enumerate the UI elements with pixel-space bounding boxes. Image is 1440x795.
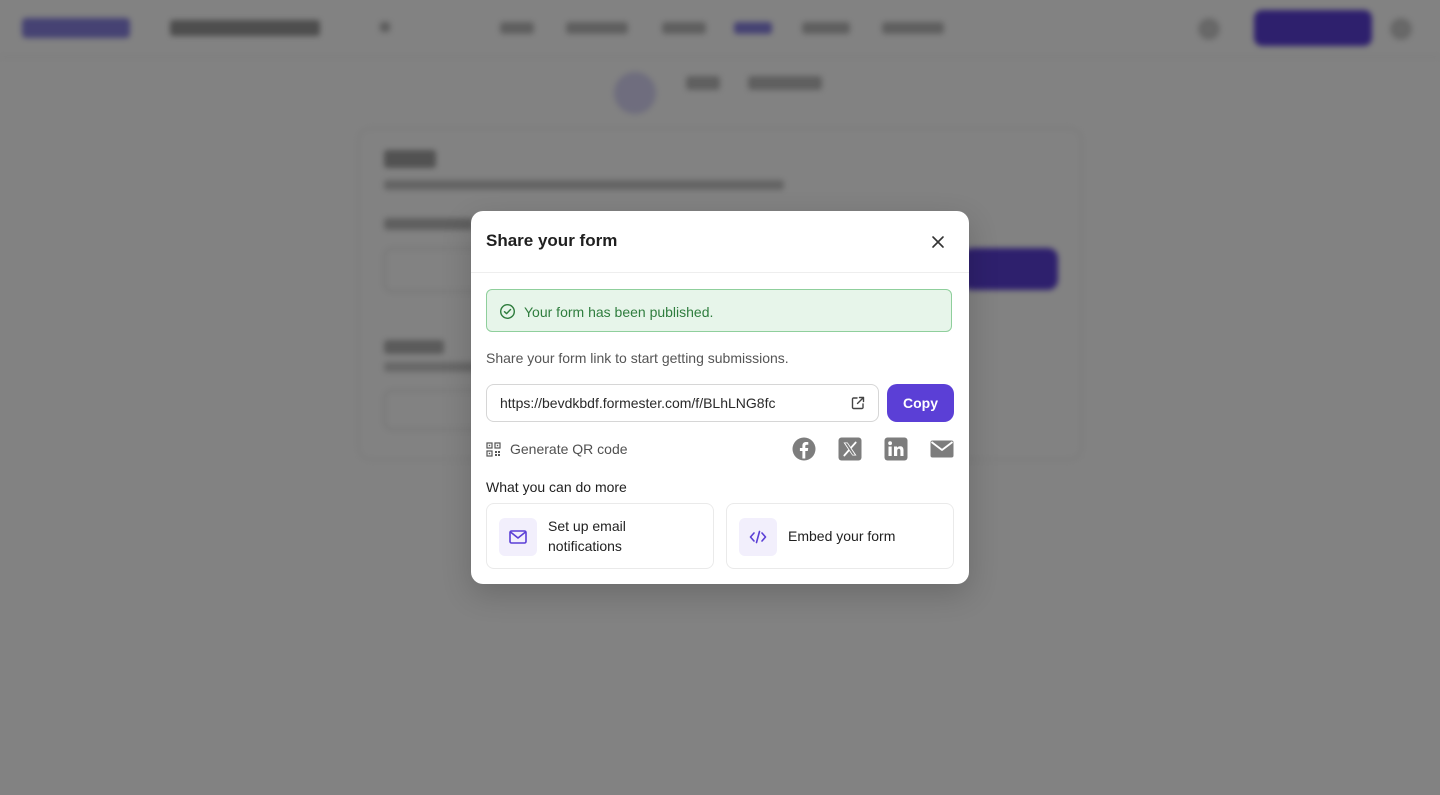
qr-code-label: Generate QR code xyxy=(510,441,628,457)
modal-title: Share your form xyxy=(486,231,618,250)
email-notifications-card[interactable]: Set up email notifications xyxy=(486,503,714,569)
email-icon[interactable] xyxy=(930,437,954,461)
email-notifications-label: Set up email notifications xyxy=(548,516,626,556)
copy-button[interactable]: Copy xyxy=(887,384,954,422)
close-icon xyxy=(932,236,944,248)
form-link-field xyxy=(486,384,879,422)
code-icon xyxy=(749,530,767,544)
modal-header: Share your form xyxy=(471,211,969,273)
share-hint: Share your form link to start getting su… xyxy=(486,350,789,366)
generate-qr-code-button[interactable]: Generate QR code xyxy=(486,440,628,458)
success-alert: Your form has been published. xyxy=(486,289,952,332)
check-circle-icon xyxy=(499,303,516,320)
qr-code-icon xyxy=(486,441,501,457)
email-notifications-label-line2: notifications xyxy=(548,538,622,554)
linkedin-icon[interactable] xyxy=(884,437,908,461)
more-actions-title: What you can do more xyxy=(486,479,627,495)
embed-form-card[interactable]: Embed your form xyxy=(726,503,954,569)
external-link-icon[interactable] xyxy=(850,395,866,411)
x-icon[interactable] xyxy=(838,437,862,461)
mail-icon xyxy=(509,530,527,544)
embed-form-label: Embed your form xyxy=(788,528,896,544)
close-button[interactable] xyxy=(927,231,949,253)
share-modal: Share your form Your form has been publi… xyxy=(471,211,969,584)
form-link-input[interactable] xyxy=(487,385,850,421)
facebook-icon[interactable] xyxy=(792,437,816,461)
email-notifications-label-line1: Set up email xyxy=(548,518,626,534)
alert-text: Your form has been published. xyxy=(524,304,714,320)
action-icon-box xyxy=(739,518,777,556)
action-icon-box xyxy=(499,518,537,556)
